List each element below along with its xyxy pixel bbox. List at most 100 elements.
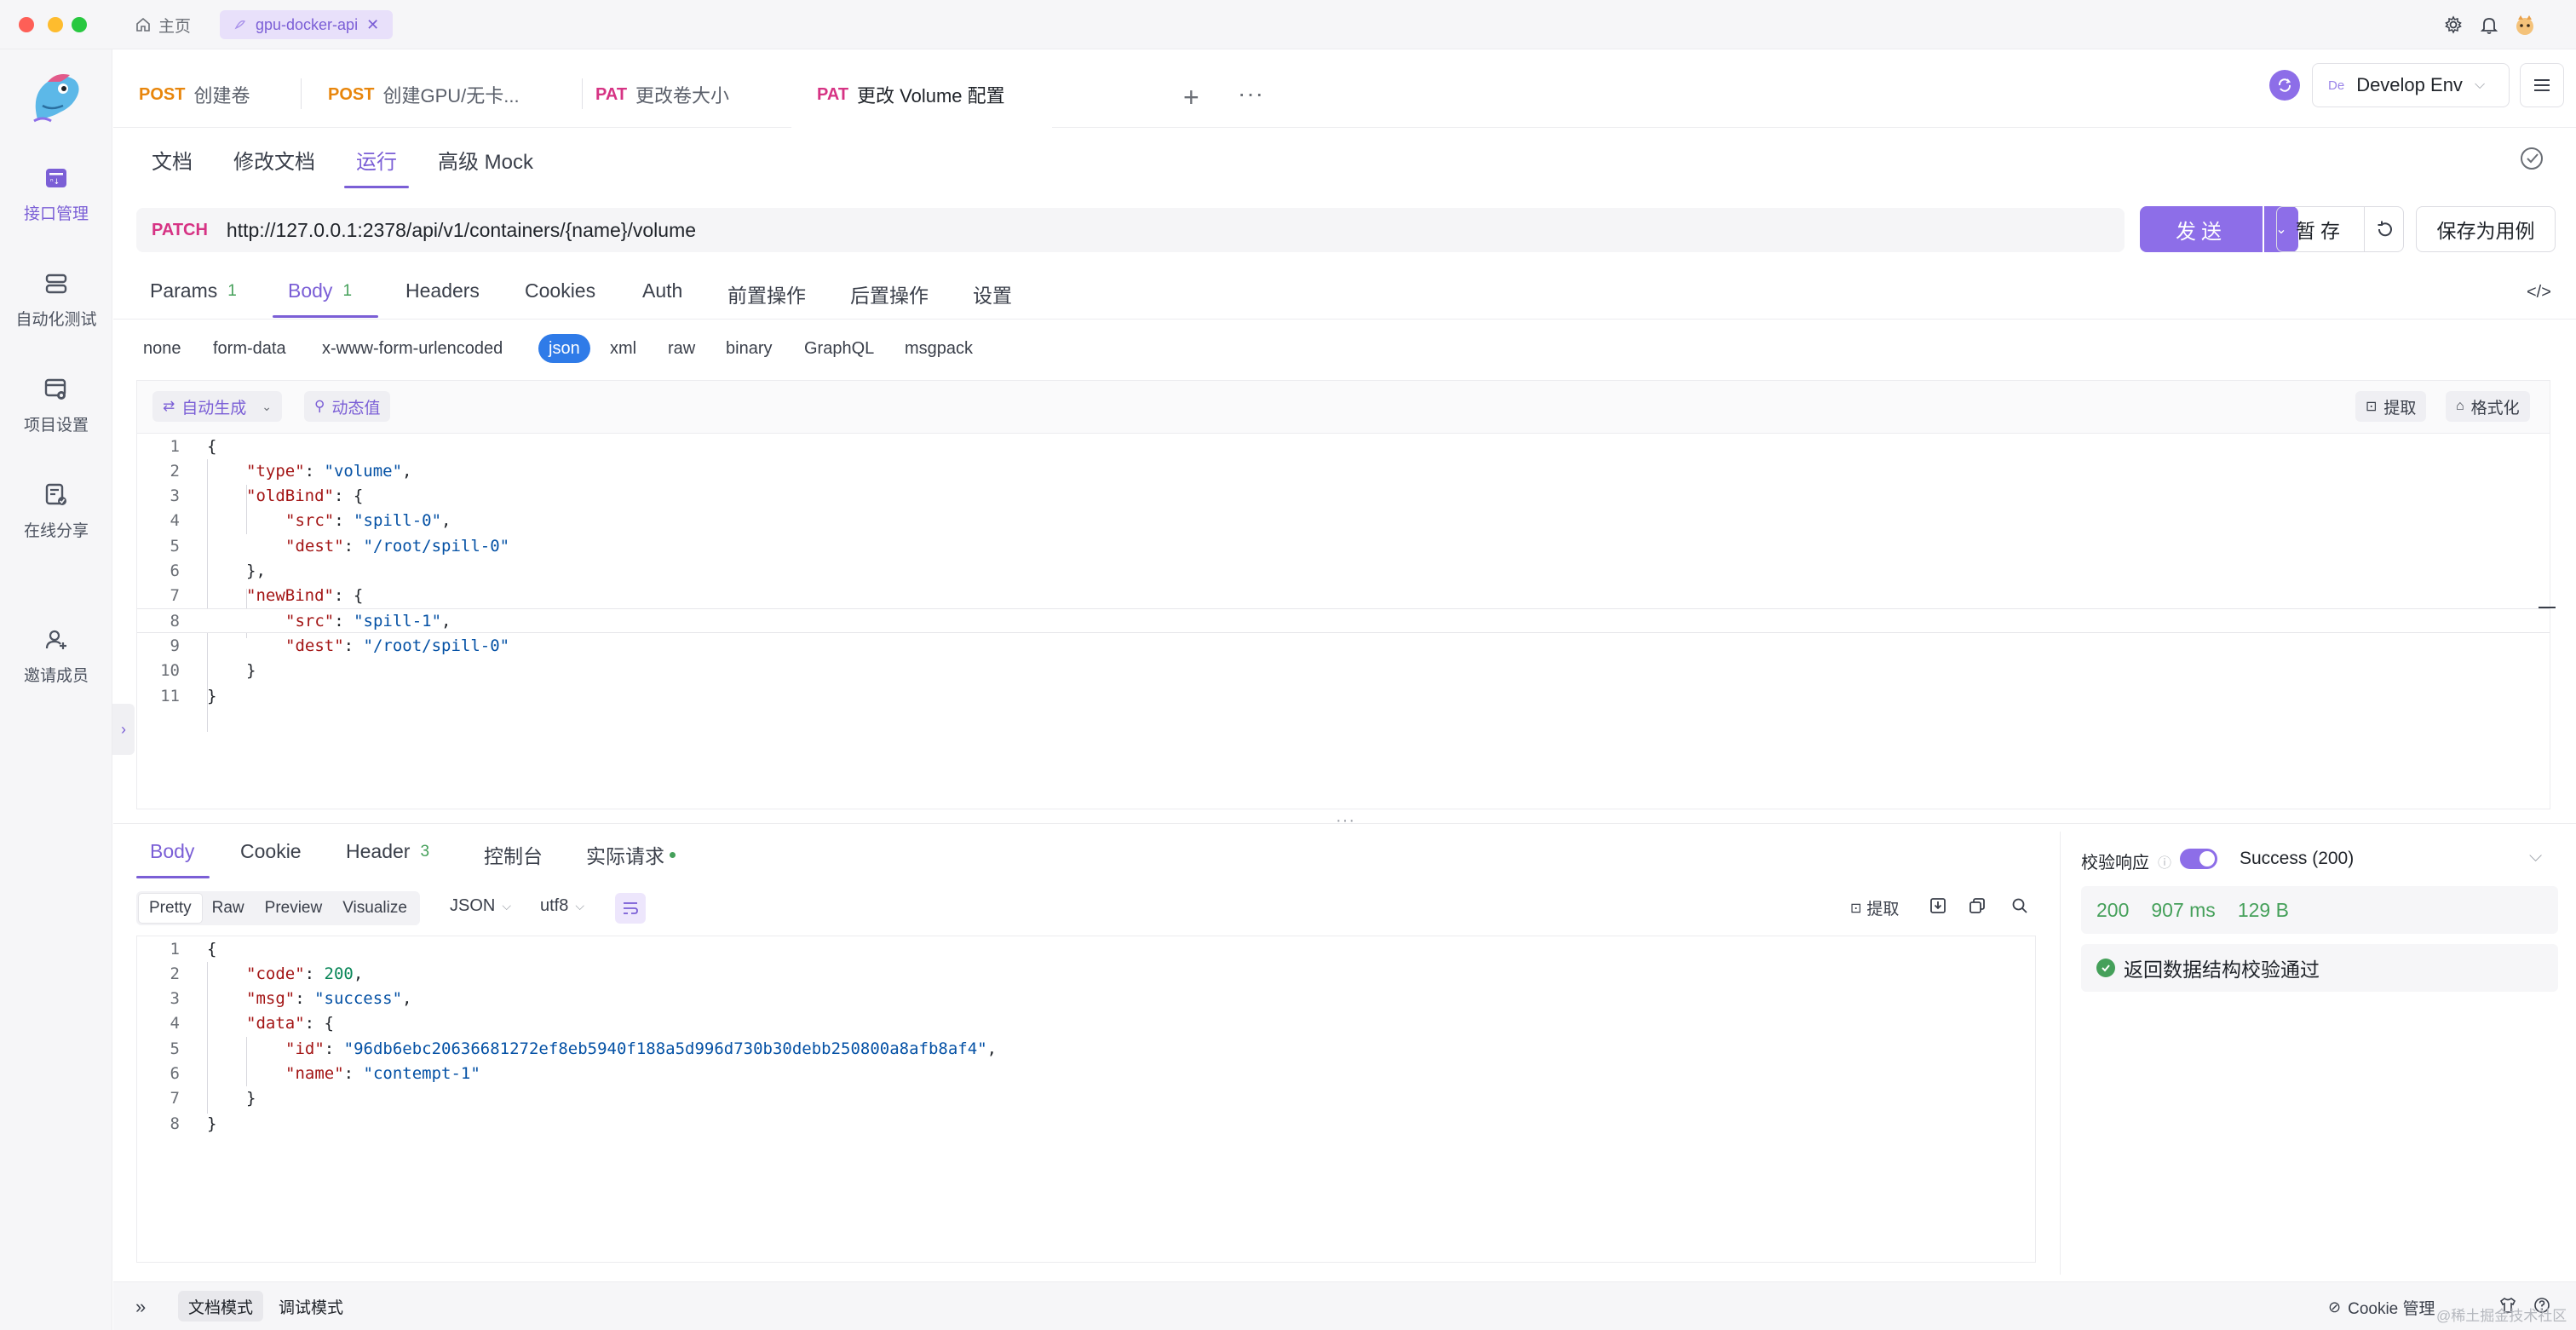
code-line: 2 "code": 200, <box>137 961 2035 986</box>
validation-title-label: 校验响应 <box>2081 854 2149 872</box>
cookie-manage-button[interactable]: ⊘ Cookie 管理 <box>2328 1296 2435 1319</box>
tab-headers[interactable]: Headers <box>405 279 480 302</box>
body-type-graphql[interactable]: GraphQL <box>804 339 874 359</box>
response-validation-panel: 校验响应 ⓘ Success (200) ⌵ 200 907 ms 129 B … <box>2060 832 2576 1275</box>
request-tab-change-volume-config[interactable]: PAT 更改 Volume 配置 <box>791 61 1052 128</box>
request-body-editor[interactable]: 1{2 "type": "volume", 3 "oldBind": {4 "src":… <box>136 433 2550 809</box>
tab-advanced-mock[interactable]: 高级 Mock <box>438 145 533 175</box>
sidebar-item-project-settings[interactable]: 项目设置 <box>0 375 112 435</box>
sidebar-item-automated-test[interactable]: 自动化测试 <box>0 269 112 330</box>
add-tab-plus-icon[interactable]: + <box>1183 82 1199 113</box>
response-body-viewer[interactable]: 1{2 "code": 200, 3 "msg": "success", 4 "data"… <box>136 936 2036 1263</box>
line-number: 2 <box>170 964 180 983</box>
code-line: 7} <box>137 1086 2035 1111</box>
dynamic-value-button[interactable]: ⚲ 动态值 <box>304 391 391 422</box>
response-extract-button[interactable]: ⊡ 提取 <box>1850 896 1899 919</box>
more-tabs-ellipsis-icon[interactable]: ··· <box>1238 80 1264 107</box>
tab-body[interactable]: Body 1 <box>288 279 352 302</box>
tab-settings[interactable]: 设置 <box>973 279 1012 308</box>
tab-edit-docs[interactable]: 修改文档 <box>233 145 315 175</box>
document-check-icon[interactable] <box>2518 145 2545 172</box>
close-window-button[interactable] <box>19 17 34 32</box>
tab-auth[interactable]: Auth <box>642 279 682 302</box>
save-draft-button[interactable]: 暂存 <box>2276 206 2365 252</box>
code-text: "type": "volume", <box>246 461 412 481</box>
splitter-handle-icon[interactable]: ··· <box>1336 811 1355 831</box>
response-tab-header[interactable]: Header 3 <box>346 840 429 863</box>
tab-run[interactable]: 运行 <box>356 145 397 175</box>
close-project-tab-icon[interactable]: ✕ <box>366 16 379 34</box>
validation-status[interactable]: Success (200) <box>2240 849 2354 869</box>
format-label: 格式化 <box>2470 399 2520 417</box>
view-raw[interactable]: Raw <box>202 894 255 923</box>
maximize-window-button[interactable] <box>72 17 87 32</box>
expand-double-chevron-icon[interactable]: » <box>135 1296 146 1318</box>
view-preview[interactable]: Preview <box>255 894 333 923</box>
tab-pre-processors[interactable]: 前置操作 <box>727 279 806 308</box>
url-input[interactable]: http://127.0.0.1:2378/api/v1/containers/… <box>227 219 696 242</box>
extract-button[interactable]: ⊡ 提取 <box>2355 391 2427 422</box>
body-type-binary[interactable]: binary <box>726 339 772 359</box>
settings-gear-icon[interactable] <box>2441 13 2465 37</box>
tab-params[interactable]: Params 1 <box>150 279 237 302</box>
response-format-select[interactable]: JSON ⌵ <box>450 896 511 916</box>
http-method-select[interactable]: PATCH <box>152 221 208 240</box>
code-text: "dest": "/root/spill-0" <box>285 636 510 655</box>
view-pretty[interactable]: Pretty <box>139 894 202 923</box>
environment-select[interactable]: De Develop Env ⌵ <box>2312 63 2510 107</box>
minimize-window-button[interactable] <box>48 17 63 32</box>
body-type-raw[interactable]: raw <box>668 339 695 359</box>
user-avatar[interactable] <box>2513 13 2537 37</box>
response-tab-console[interactable]: 控制台 <box>484 840 543 869</box>
sidebar-item-api-management[interactable]: ⁿ↓ 接口管理 <box>0 164 112 224</box>
home-tab[interactable]: 主页 <box>135 12 191 37</box>
body-type-msgpack[interactable]: msgpack <box>905 339 973 359</box>
sidebar-item-online-share[interactable]: 在线分享 <box>0 481 112 541</box>
line-number: 4 <box>170 511 180 531</box>
doc-mode-button[interactable]: 文档模式 <box>178 1291 264 1321</box>
body-type-urlencoded[interactable]: x-www-form-urlencoded <box>322 339 503 359</box>
download-icon[interactable] <box>1929 896 1947 915</box>
auto-generate-button[interactable]: ⇄ 自动生成 ⌄ <box>152 391 282 422</box>
save-as-case-button[interactable]: 保存为用例 <box>2416 206 2556 252</box>
response-tab-cookie[interactable]: Cookie <box>240 840 302 863</box>
url-bar: PATCH http://127.0.0.1:2378/api/v1/conta… <box>136 208 2125 252</box>
tab-post-processors[interactable]: 后置操作 <box>850 279 929 308</box>
notification-bell-icon[interactable] <box>2477 13 2501 37</box>
expand-sidebar-chevron-icon[interactable]: › <box>112 704 135 755</box>
info-icon[interactable]: ⓘ <box>2158 851 2171 872</box>
project-tab[interactable]: gpu-docker-api ✕ <box>220 10 394 39</box>
response-tab-body[interactable]: Body <box>150 840 194 863</box>
tab-docs[interactable]: 文档 <box>152 145 193 175</box>
request-tab-create-gpu[interactable]: POST 创建GPU/无卡... <box>302 61 558 128</box>
debug-mode-button[interactable]: 调试模式 <box>268 1291 354 1321</box>
copy-icon[interactable] <box>1968 896 1987 915</box>
tab-cookies[interactable]: Cookies <box>525 279 595 302</box>
hamburger-menu-icon[interactable] <box>2520 63 2564 107</box>
body-type-json[interactable]: json <box>538 334 590 363</box>
project-settings-icon <box>42 375 71 404</box>
svg-text:ⁿ↓: ⁿ↓ <box>50 178 60 187</box>
view-visualize[interactable]: Visualize <box>332 894 417 923</box>
response-tab-actual-request[interactable]: 实际请求 <box>586 840 676 869</box>
code-generate-icon[interactable]: </> <box>2527 283 2551 302</box>
extract-label: 提取 <box>2383 399 2417 417</box>
body-type-xml[interactable]: xml <box>610 339 636 359</box>
reset-icon[interactable] <box>2365 206 2404 252</box>
body-type-form-data[interactable]: form-data <box>213 339 286 359</box>
send-button[interactable]: 发送 <box>2140 206 2263 252</box>
word-wrap-icon[interactable] <box>615 893 646 924</box>
chevron-down-icon[interactable]: ⌵ <box>2529 847 2542 867</box>
validation-toggle[interactable] <box>2180 849 2217 869</box>
body-type-none[interactable]: none <box>143 339 181 359</box>
format-button[interactable]: ⌂ 格式化 <box>2446 391 2530 422</box>
response-encoding-select[interactable]: utf8 ⌵ <box>540 896 584 916</box>
code-text: }, <box>246 561 266 580</box>
env-sync-icon[interactable] <box>2269 70 2300 101</box>
sidebar-item-invite-member[interactable]: 邀请成员 <box>0 625 112 686</box>
search-icon[interactable] <box>2010 896 2029 915</box>
request-tab-create-volume[interactable]: POST 创建卷 <box>113 61 301 128</box>
request-tab-resize-volume[interactable]: PAT 更改卷大小 <box>570 61 788 128</box>
chevron-down-icon: ⌵ <box>2474 78 2486 92</box>
validation-title: 校验响应 ⓘ <box>2081 849 2171 873</box>
